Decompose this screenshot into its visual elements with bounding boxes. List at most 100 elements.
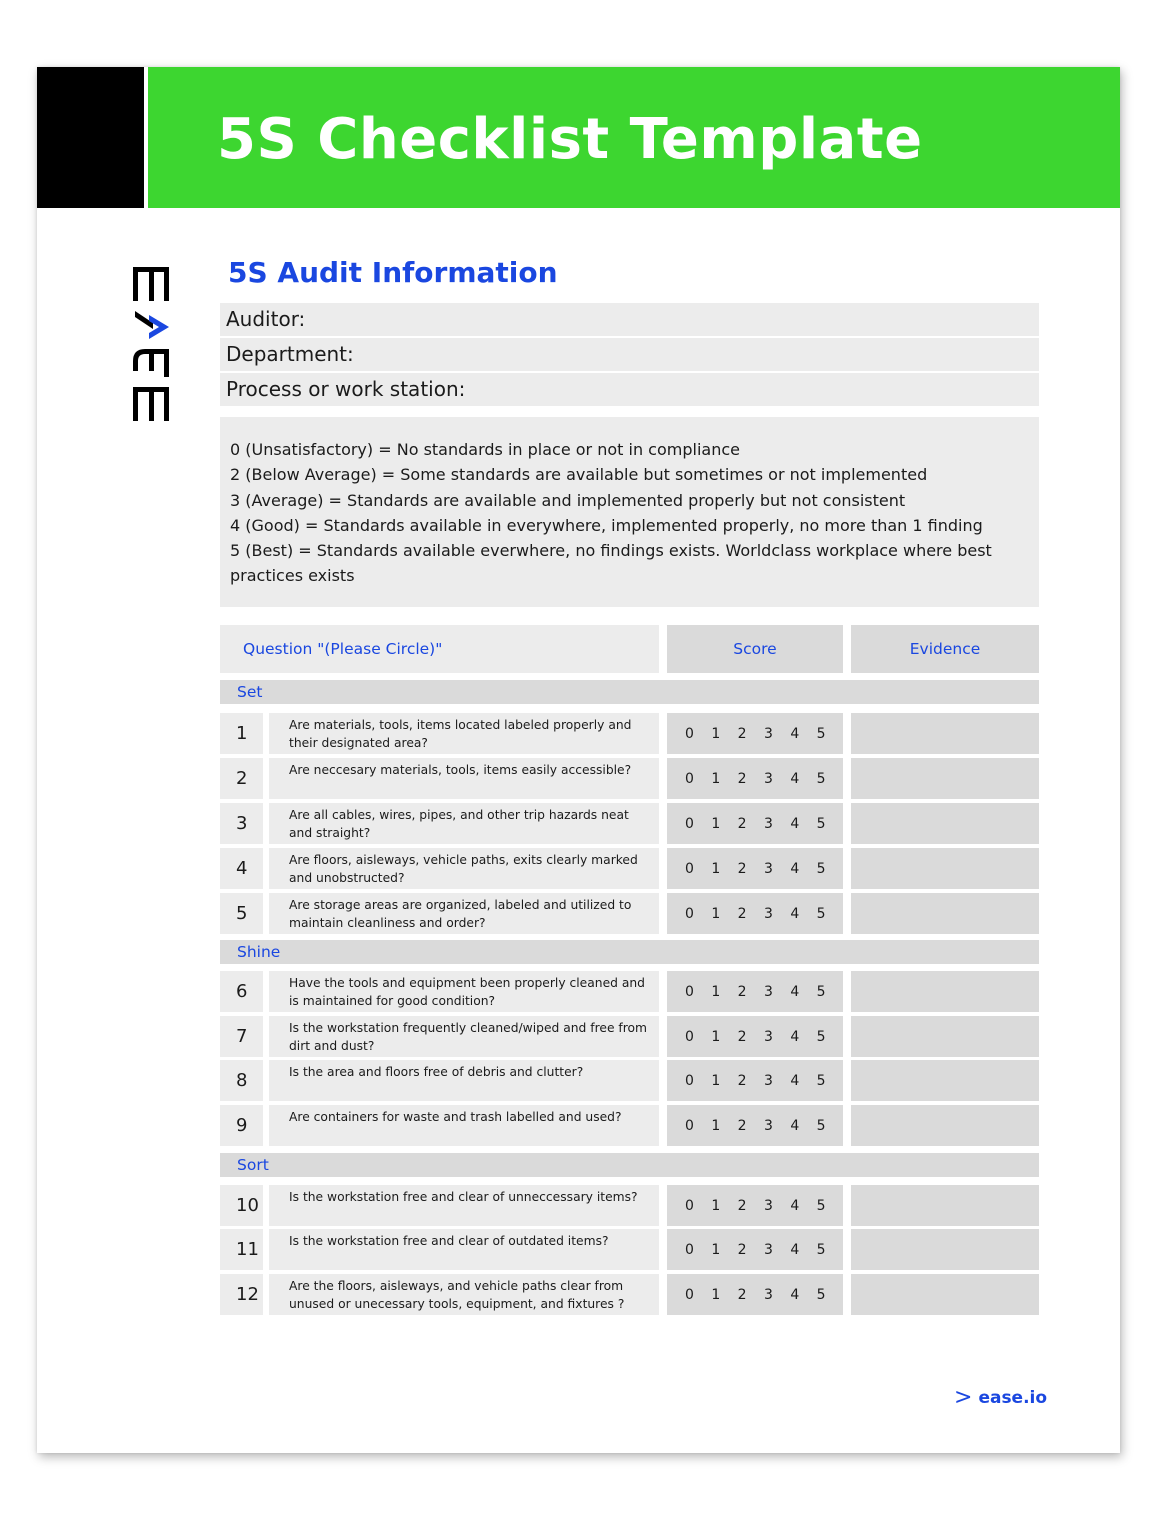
- score-option-5[interactable]: 5: [817, 1287, 843, 1303]
- score-option-2[interactable]: 2: [738, 726, 764, 742]
- score-option-0[interactable]: 0: [685, 726, 711, 742]
- score-option-3[interactable]: 3: [764, 816, 790, 832]
- score-option-2[interactable]: 2: [738, 1029, 764, 1045]
- score-option-3[interactable]: 3: [764, 861, 790, 877]
- score-option-0[interactable]: 0: [685, 1198, 711, 1214]
- score-option-0[interactable]: 0: [685, 1287, 711, 1303]
- score-option-4[interactable]: 4: [790, 1198, 816, 1214]
- score-option-0[interactable]: 0: [685, 906, 711, 922]
- score-option-1[interactable]: 1: [711, 726, 737, 742]
- score-option-5[interactable]: 5: [817, 861, 843, 877]
- score-option-1[interactable]: 1: [711, 1118, 737, 1134]
- score-option-5[interactable]: 5: [817, 726, 843, 742]
- chevron-right-icon: >: [954, 1385, 973, 1410]
- score-option-5[interactable]: 5: [817, 1242, 843, 1258]
- score-option-3[interactable]: 3: [764, 1073, 790, 1089]
- score-option-3[interactable]: 3: [764, 906, 790, 922]
- score-option-5[interactable]: 5: [817, 984, 843, 1000]
- score-option-3[interactable]: 3: [764, 1287, 790, 1303]
- section-header-sort: Sort: [220, 1153, 1039, 1177]
- score-option-4[interactable]: 4: [790, 861, 816, 877]
- score-option-0[interactable]: 0: [685, 816, 711, 832]
- legend-line: 0 (Unsatisfactory) = No standards in pla…: [230, 440, 740, 459]
- score-option-3[interactable]: 3: [764, 1029, 790, 1045]
- score-option-2[interactable]: 2: [738, 1287, 764, 1303]
- score-options: 012345: [667, 1229, 843, 1270]
- score-option-4[interactable]: 4: [790, 771, 816, 787]
- score-option-5[interactable]: 5: [817, 1073, 843, 1089]
- score-option-5[interactable]: 5: [817, 1029, 843, 1045]
- score-option-0[interactable]: 0: [685, 1029, 711, 1045]
- score-option-2[interactable]: 2: [738, 1198, 764, 1214]
- score-options: 012345: [667, 971, 843, 1012]
- score-option-3[interactable]: 3: [764, 1198, 790, 1214]
- score-option-2[interactable]: 2: [738, 906, 764, 922]
- score-option-4[interactable]: 4: [790, 906, 816, 922]
- score-option-1[interactable]: 1: [711, 1198, 737, 1214]
- score-option-4[interactable]: 4: [790, 1242, 816, 1258]
- score-option-5[interactable]: 5: [817, 1198, 843, 1214]
- score-option-5[interactable]: 5: [817, 771, 843, 787]
- score-option-0[interactable]: 0: [685, 771, 711, 787]
- evidence-field[interactable]: [851, 803, 1039, 844]
- score-option-5[interactable]: 5: [817, 816, 843, 832]
- score-option-2[interactable]: 2: [738, 816, 764, 832]
- score-option-3[interactable]: 3: [764, 771, 790, 787]
- score-option-4[interactable]: 4: [790, 1287, 816, 1303]
- evidence-field[interactable]: [851, 848, 1039, 889]
- column-header-score: Score: [667, 625, 843, 673]
- evidence-field[interactable]: [851, 1060, 1039, 1101]
- score-option-3[interactable]: 3: [764, 726, 790, 742]
- score-option-1[interactable]: 1: [711, 771, 737, 787]
- question-text: Is the workstation frequently cleaned/wi…: [269, 1016, 659, 1057]
- question-text: Is the workstation free and clear of out…: [269, 1229, 659, 1270]
- department-field[interactable]: Department:: [220, 338, 1039, 371]
- score-option-1[interactable]: 1: [711, 906, 737, 922]
- score-option-4[interactable]: 4: [790, 1073, 816, 1089]
- evidence-field[interactable]: [851, 1016, 1039, 1057]
- process-field[interactable]: Process or work station:: [220, 373, 1039, 406]
- score-option-1[interactable]: 1: [711, 984, 737, 1000]
- question-header-label: Question "(Please Circle)": [243, 640, 443, 658]
- score-option-1[interactable]: 1: [711, 816, 737, 832]
- evidence-field[interactable]: [851, 1105, 1039, 1146]
- evidence-field[interactable]: [851, 1229, 1039, 1270]
- score-option-5[interactable]: 5: [817, 1118, 843, 1134]
- score-option-1[interactable]: 1: [711, 1242, 737, 1258]
- score-option-5[interactable]: 5: [817, 906, 843, 922]
- score-option-4[interactable]: 4: [790, 984, 816, 1000]
- score-option-2[interactable]: 2: [738, 771, 764, 787]
- evidence-field[interactable]: [851, 893, 1039, 934]
- section-header-shine: Shine: [220, 940, 1039, 964]
- score-option-0[interactable]: 0: [685, 1242, 711, 1258]
- score-option-2[interactable]: 2: [738, 861, 764, 877]
- score-option-3[interactable]: 3: [764, 1118, 790, 1134]
- score-option-0[interactable]: 0: [685, 861, 711, 877]
- score-option-0[interactable]: 0: [685, 1073, 711, 1089]
- score-option-2[interactable]: 2: [738, 984, 764, 1000]
- score-option-0[interactable]: 0: [685, 984, 711, 1000]
- auditor-label: Auditor:: [226, 307, 306, 331]
- evidence-field[interactable]: [851, 971, 1039, 1012]
- evidence-field[interactable]: [851, 1274, 1039, 1315]
- question-text: Is the area and floors free of debris an…: [269, 1060, 659, 1101]
- score-option-2[interactable]: 2: [738, 1242, 764, 1258]
- score-option-1[interactable]: 1: [711, 861, 737, 877]
- evidence-field[interactable]: [851, 1185, 1039, 1226]
- score-option-1[interactable]: 1: [711, 1029, 737, 1045]
- score-option-4[interactable]: 4: [790, 1118, 816, 1134]
- score-option-1[interactable]: 1: [711, 1287, 737, 1303]
- score-option-4[interactable]: 4: [790, 816, 816, 832]
- evidence-field[interactable]: [851, 713, 1039, 754]
- score-option-0[interactable]: 0: [685, 1118, 711, 1134]
- score-option-3[interactable]: 3: [764, 984, 790, 1000]
- score-option-4[interactable]: 4: [790, 1029, 816, 1045]
- auditor-field[interactable]: Auditor:: [220, 303, 1039, 336]
- ease-website-link[interactable]: > ease.io: [954, 1387, 1047, 1409]
- evidence-field[interactable]: [851, 758, 1039, 799]
- score-option-4[interactable]: 4: [790, 726, 816, 742]
- score-option-2[interactable]: 2: [738, 1118, 764, 1134]
- score-option-1[interactable]: 1: [711, 1073, 737, 1089]
- score-option-3[interactable]: 3: [764, 1242, 790, 1258]
- score-option-2[interactable]: 2: [738, 1073, 764, 1089]
